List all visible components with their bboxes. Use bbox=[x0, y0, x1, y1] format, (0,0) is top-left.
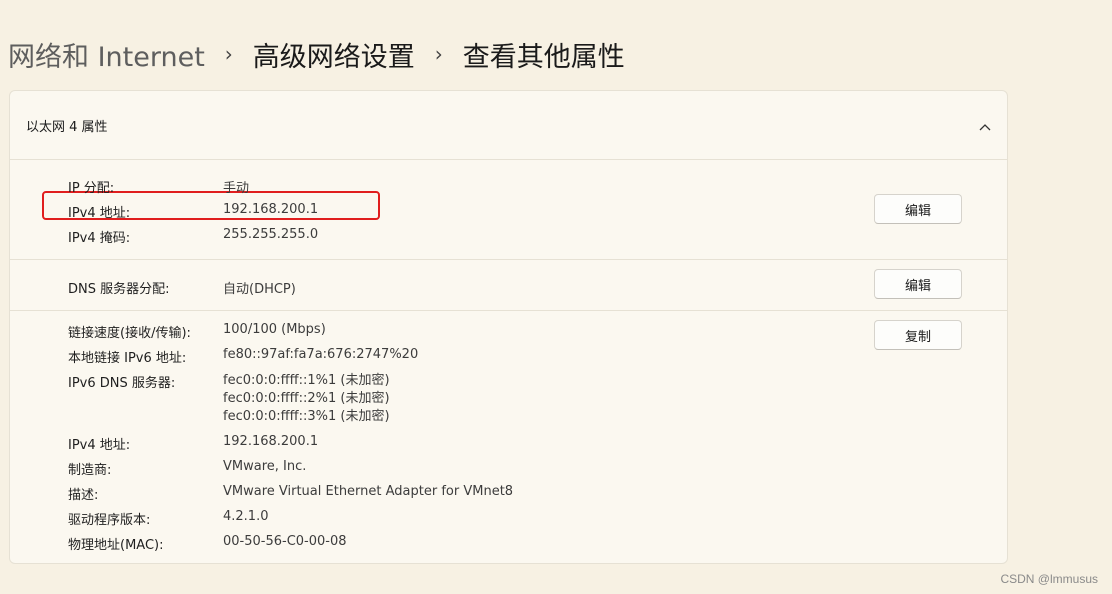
copy-details-button[interactable]: 复制 bbox=[874, 320, 962, 350]
detail-label: 驱动程序版本: bbox=[68, 513, 151, 528]
breadcrumb-network-internet[interactable]: 网络和 Internet bbox=[8, 35, 205, 74]
ip-assignment-section: IP 分配: 手动 IPv4 地址: 192.168.200.1 IPv4 掩码… bbox=[10, 160, 1007, 260]
breadcrumb: 网络和 Internet › 高级网络设置 › 查看其他属性 bbox=[8, 30, 625, 78]
ipv4-address-value: 192.168.200.1 bbox=[223, 202, 319, 217]
card-title: 以太网 4 属性 bbox=[26, 119, 108, 135]
dns-assignment-section: DNS 服务器分配: 自动(DHCP) 编辑 bbox=[10, 260, 1007, 311]
ipv4-mask-label: IPv4 掩码: bbox=[68, 231, 131, 246]
detail-value: 100/100 (Mbps) bbox=[223, 322, 326, 337]
ip-assignment-value: 手动 bbox=[223, 181, 250, 196]
edit-ip-button[interactable]: 编辑 bbox=[874, 194, 962, 224]
detail-value: VMware, Inc. bbox=[223, 459, 307, 474]
breadcrumb-advanced-network-settings[interactable]: 高级网络设置 bbox=[253, 35, 415, 74]
card-header-toggle[interactable]: 以太网 4 属性 bbox=[10, 91, 1007, 160]
ip-assignment-label: IP 分配: bbox=[68, 181, 115, 196]
ipv6-dns-values: fec0:0:0:ffff::1%1 (未加密) fec0:0:0:ffff::… bbox=[223, 372, 390, 426]
dns-assignment-label: DNS 服务器分配: bbox=[68, 282, 170, 297]
chevron-up-icon[interactable] bbox=[979, 116, 991, 135]
detail-value: 192.168.200.1 bbox=[223, 434, 319, 449]
detail-label: 描述: bbox=[68, 488, 99, 503]
detail-label: 制造商: bbox=[68, 463, 112, 478]
csdn-watermark: CSDN @lmmusus bbox=[1000, 572, 1098, 586]
dns-server-line: fec0:0:0:ffff::2%1 (未加密) bbox=[223, 391, 390, 406]
breadcrumb-separator-icon: › bbox=[224, 42, 233, 66]
detail-value: 00-50-56-C0-00-08 bbox=[223, 534, 347, 549]
dns-server-line: fec0:0:0:ffff::3%1 (未加密) bbox=[223, 409, 390, 424]
detail-value: fe80::97af:fa7a:676:2747%20 bbox=[223, 347, 419, 362]
detail-label: IPv4 地址: bbox=[68, 438, 131, 453]
dns-assignment-value: 自动(DHCP) bbox=[223, 282, 296, 297]
detail-label: 链接速度(接收/传输): bbox=[68, 326, 191, 341]
detail-label: 物理地址(MAC): bbox=[68, 538, 164, 553]
edit-dns-button[interactable]: 编辑 bbox=[874, 269, 962, 299]
ipv4-mask-value: 255.255.255.0 bbox=[223, 227, 319, 242]
breadcrumb-separator-icon: › bbox=[434, 42, 443, 66]
detail-value: VMware Virtual Ethernet Adapter for VMne… bbox=[223, 484, 514, 499]
dns-server-line: fec0:0:0:ffff::1%1 (未加密) bbox=[223, 373, 390, 388]
detail-label: 本地链接 IPv6 地址: bbox=[68, 351, 187, 366]
ipv4-address-label: IPv4 地址: bbox=[68, 206, 131, 221]
detail-value: 4.2.1.0 bbox=[223, 509, 269, 524]
page-title: 查看其他属性 bbox=[462, 41, 625, 73]
ethernet-properties-card: 以太网 4 属性 IP 分配: 手动 IPv4 地址: 192.168.200.… bbox=[9, 90, 1008, 564]
detail-label: IPv6 DNS 服务器: bbox=[68, 376, 176, 391]
